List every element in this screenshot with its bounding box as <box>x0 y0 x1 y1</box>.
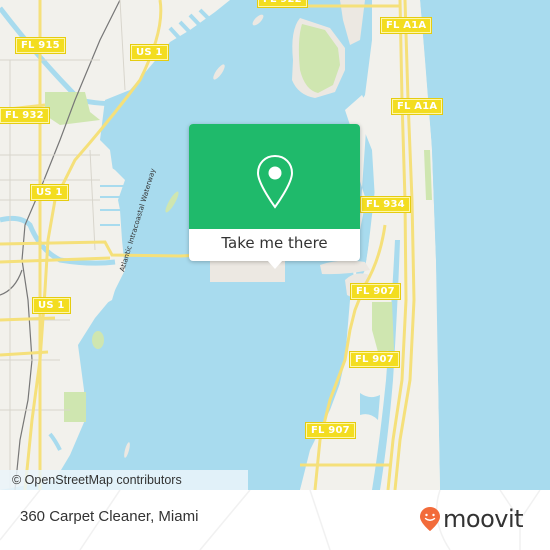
popup-pointer <box>267 260 283 269</box>
venetian-islands <box>320 260 370 275</box>
islet-b <box>213 64 225 80</box>
road-shield-fl-932: FL 932 <box>0 107 50 124</box>
road-shield-fl-907-c: FL 907 <box>305 422 356 439</box>
take-me-there-button[interactable]: Take me there <box>189 229 360 261</box>
popup-header[interactable] <box>189 124 360 229</box>
islet-c <box>165 191 179 213</box>
place-name: 360 Carpet Cleaner, Miami <box>20 508 199 525</box>
moovit-logo[interactable]: moovit <box>419 505 524 533</box>
road-shield-fl-915: FL 915 <box>15 37 66 54</box>
road-shield-fl-907-b: FL 907 <box>349 351 400 368</box>
road-shield-fl-907-a: FL 907 <box>350 283 401 300</box>
road-shield-us-1-south: US 1 <box>32 297 71 314</box>
moovit-pin-icon <box>420 507 440 531</box>
atlantic-ocean <box>425 0 550 490</box>
moovit-wordmark: moovit <box>443 505 524 533</box>
map-view[interactable]: Atlantic Intracoastal Waterway FL 915 US… <box>0 0 550 490</box>
map-attribution[interactable]: © OpenStreetMap contributors <box>0 470 248 490</box>
map-pin-icon <box>256 154 294 209</box>
road-shield-us-1-middle: US 1 <box>30 184 69 201</box>
road-shield-us-1-north: US 1 <box>130 44 169 61</box>
road-shield-fl-934: FL 934 <box>360 196 411 213</box>
footer-bar: 360 Carpet Cleaner, Miami moovit <box>0 490 550 550</box>
islet-d <box>124 442 130 458</box>
road-shield-fl-922: FL 922 <box>257 0 308 8</box>
road-shield-fl-a1a-north: FL A1A <box>379 17 433 34</box>
island-small-park <box>92 331 104 349</box>
road-east-west-3 <box>0 316 56 322</box>
park-west-south <box>64 392 86 422</box>
islet-a <box>252 14 264 26</box>
road-shield-fl-a1a-south: FL A1A <box>390 98 444 115</box>
take-me-there-popup[interactable]: Take me there <box>189 124 360 269</box>
